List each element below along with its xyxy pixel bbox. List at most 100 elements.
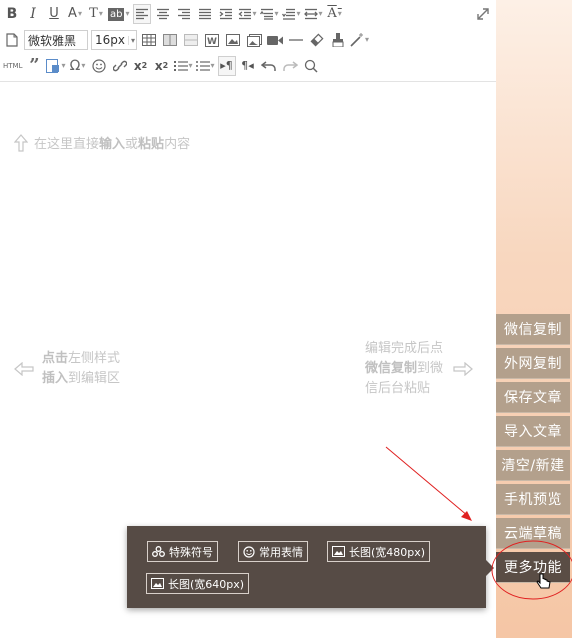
hint-top-bold-paste: 粘贴 bbox=[138, 137, 165, 152]
sidebar-item-mobile-preview[interactable]: 手机预览 bbox=[496, 484, 570, 515]
multi-image-icon[interactable] bbox=[245, 30, 263, 50]
hint-top-bold-input: 输入 bbox=[99, 137, 126, 152]
find-replace-icon[interactable] bbox=[302, 56, 320, 76]
sidebar-item-label: 手机预览 bbox=[504, 492, 562, 508]
hint-copy-wechat: 编辑完成后点 微信复制到微 信后台粘贴 bbox=[365, 339, 473, 399]
strikethrough-icon[interactable]: A ▾ bbox=[326, 4, 344, 24]
undo-icon[interactable] bbox=[260, 56, 278, 76]
toolbar: B I U A ▾ T ▾ ab ▾ ▾ ▾ ▾ ▾ A ▾ 微软雅黑 16px ▾ bbox=[0, 0, 496, 82]
long-image-640-label: 长图(宽640px) bbox=[168, 577, 245, 591]
video-icon[interactable] bbox=[266, 30, 284, 50]
ordered-list-icon[interactable]: ▾ bbox=[173, 56, 193, 76]
hint-top-post: 内容 bbox=[164, 137, 191, 152]
align-right-icon[interactable] bbox=[175, 4, 193, 24]
sidebar-item-import-article[interactable]: 导入文章 bbox=[496, 416, 570, 447]
hint-right-line1: 编辑完成后点 bbox=[365, 341, 444, 356]
letter-spacing-icon[interactable]: ▾ bbox=[303, 4, 323, 24]
hint-top-mid: 或 bbox=[125, 137, 139, 152]
special-symbols-label: 特殊符号 bbox=[169, 545, 213, 559]
table-icon[interactable] bbox=[140, 30, 158, 50]
image-icon bbox=[151, 578, 164, 589]
subscript-icon[interactable]: x2 bbox=[153, 56, 171, 76]
sidebar-item-more-features[interactable]: 更多功能 bbox=[496, 552, 570, 583]
arrow-left-icon bbox=[14, 362, 34, 376]
hint-right-bold: 微信复制 bbox=[365, 361, 418, 376]
superscript-icon[interactable]: x2 bbox=[132, 56, 150, 76]
long-image-480-label: 长图(宽480px) bbox=[349, 545, 426, 559]
sidebar-item-clear-new[interactable]: 清空/新建 bbox=[496, 450, 570, 481]
horizontal-line-icon[interactable] bbox=[287, 30, 305, 50]
hint-input-paste: 在这里直接 输入或粘贴 内容 bbox=[14, 133, 190, 152]
chevron-down-icon: ▾ bbox=[128, 35, 135, 45]
paragraph-spacing-top-icon[interactable]: ▾ bbox=[259, 4, 279, 24]
eraser-icon[interactable] bbox=[308, 30, 326, 50]
image-icon[interactable] bbox=[224, 30, 242, 50]
sidebar-item-external-copy[interactable]: 外网复制 bbox=[496, 348, 570, 379]
italic-icon[interactable]: I bbox=[24, 4, 42, 24]
long-image-480-button[interactable]: 长图(宽480px) bbox=[327, 541, 431, 562]
font-family-value: 微软雅黑 bbox=[28, 33, 77, 48]
sidebar-item-label: 保存文章 bbox=[504, 390, 562, 406]
long-image-640-button[interactable]: 长图(宽640px) bbox=[146, 573, 250, 594]
underline-icon[interactable]: U bbox=[45, 4, 63, 24]
merge-cells-icon[interactable] bbox=[161, 30, 179, 50]
hint-top-pre: 在这里直接 bbox=[34, 137, 100, 152]
indent-icon[interactable] bbox=[217, 4, 235, 24]
word-import-icon[interactable]: W bbox=[203, 30, 221, 50]
arrow-right-icon bbox=[453, 362, 473, 376]
hint-left-bold1: 点击 bbox=[42, 351, 69, 366]
arrow-up-icon bbox=[14, 133, 28, 152]
align-left-icon[interactable] bbox=[132, 4, 151, 24]
sidebar-item-wechat-copy[interactable]: 微信复制 bbox=[496, 314, 570, 345]
font-color-icon[interactable]: A ▾ bbox=[66, 4, 84, 24]
quote-icon[interactable]: ” bbox=[25, 56, 43, 76]
hint-right-line2: 微信复制到微 bbox=[365, 359, 443, 379]
sidebar-item-label: 云端草稿 bbox=[504, 526, 562, 542]
special-symbols-button[interactable]: 特殊符号 bbox=[147, 541, 218, 562]
font-size-select[interactable]: 16px ▾ bbox=[91, 30, 137, 50]
hint-left-line1: 点击左侧样式 bbox=[42, 349, 120, 369]
smile-icon bbox=[243, 545, 255, 558]
popup-pointer bbox=[486, 560, 494, 576]
sidebar-item-label: 外网复制 bbox=[504, 356, 562, 372]
clear-format-icon[interactable]: T ▾ bbox=[87, 4, 105, 24]
line-height-icon[interactable]: ▾ bbox=[237, 4, 257, 24]
align-justify-icon[interactable] bbox=[196, 4, 214, 24]
hint-left-bold2: 插入 bbox=[42, 371, 69, 386]
rtl-direction-icon[interactable]: ¶◂ bbox=[239, 56, 257, 76]
toolbar-row-3: HTML ” ▾ Ω ▾ x2 x2 ▾ ▾ ▸¶ ¶◂ bbox=[0, 53, 323, 79]
paragraph-spacing-bottom-icon[interactable]: ▾ bbox=[281, 4, 301, 24]
fullscreen-icon[interactable] bbox=[474, 4, 492, 24]
sidebar-item-label: 导入文章 bbox=[504, 424, 562, 440]
unordered-list-icon[interactable]: ▾ bbox=[195, 56, 215, 76]
redo-icon[interactable] bbox=[281, 56, 299, 76]
sidebar-item-save-article[interactable]: 保存文章 bbox=[496, 382, 570, 413]
insert-frame-icon[interactable]: ▾ bbox=[46, 56, 66, 76]
sidebar-item-label: 更多功能 bbox=[504, 560, 562, 576]
svg-text:W: W bbox=[207, 37, 217, 47]
ltr-direction-icon[interactable]: ▸¶ bbox=[217, 56, 236, 76]
split-cells-icon[interactable] bbox=[182, 30, 200, 50]
font-family-select[interactable]: 微软雅黑 bbox=[24, 30, 88, 50]
cluster-icon bbox=[152, 546, 165, 557]
font-size-value: 16px bbox=[95, 33, 125, 47]
hint-left-line2: 插入到编辑区 bbox=[42, 369, 120, 389]
more-features-popup: 特殊符号 常用表情 长图(宽480px) 长图(宽640px) bbox=[127, 526, 486, 608]
html-source-button[interactable]: HTML bbox=[3, 56, 22, 76]
emoji-icon[interactable] bbox=[90, 56, 108, 76]
new-document-icon[interactable] bbox=[3, 30, 21, 50]
sidebar-item-cloud-draft[interactable]: 云端草稿 bbox=[496, 518, 570, 549]
magic-wand-icon[interactable]: ▾ bbox=[350, 30, 369, 50]
sidebar-item-label: 清空/新建 bbox=[501, 458, 565, 474]
link-icon[interactable] bbox=[111, 56, 129, 76]
hint-right-rest: 到微 bbox=[417, 361, 444, 376]
toolbar-row-2: 微软雅黑 16px ▾ W ▾ bbox=[0, 27, 372, 53]
common-emoji-button[interactable]: 常用表情 bbox=[238, 541, 308, 562]
align-center-icon[interactable] bbox=[154, 4, 172, 24]
html-label: HTML bbox=[3, 62, 23, 70]
format-brush-icon[interactable] bbox=[329, 30, 347, 50]
background-color-icon[interactable]: ab ▾ bbox=[108, 4, 130, 24]
toolbar-row-1: B I U A ▾ T ▾ ab ▾ ▾ ▾ ▾ ▾ A ▾ bbox=[0, 1, 347, 27]
special-char-icon[interactable]: Ω ▾ bbox=[69, 56, 87, 76]
bold-icon[interactable]: B bbox=[3, 4, 21, 24]
